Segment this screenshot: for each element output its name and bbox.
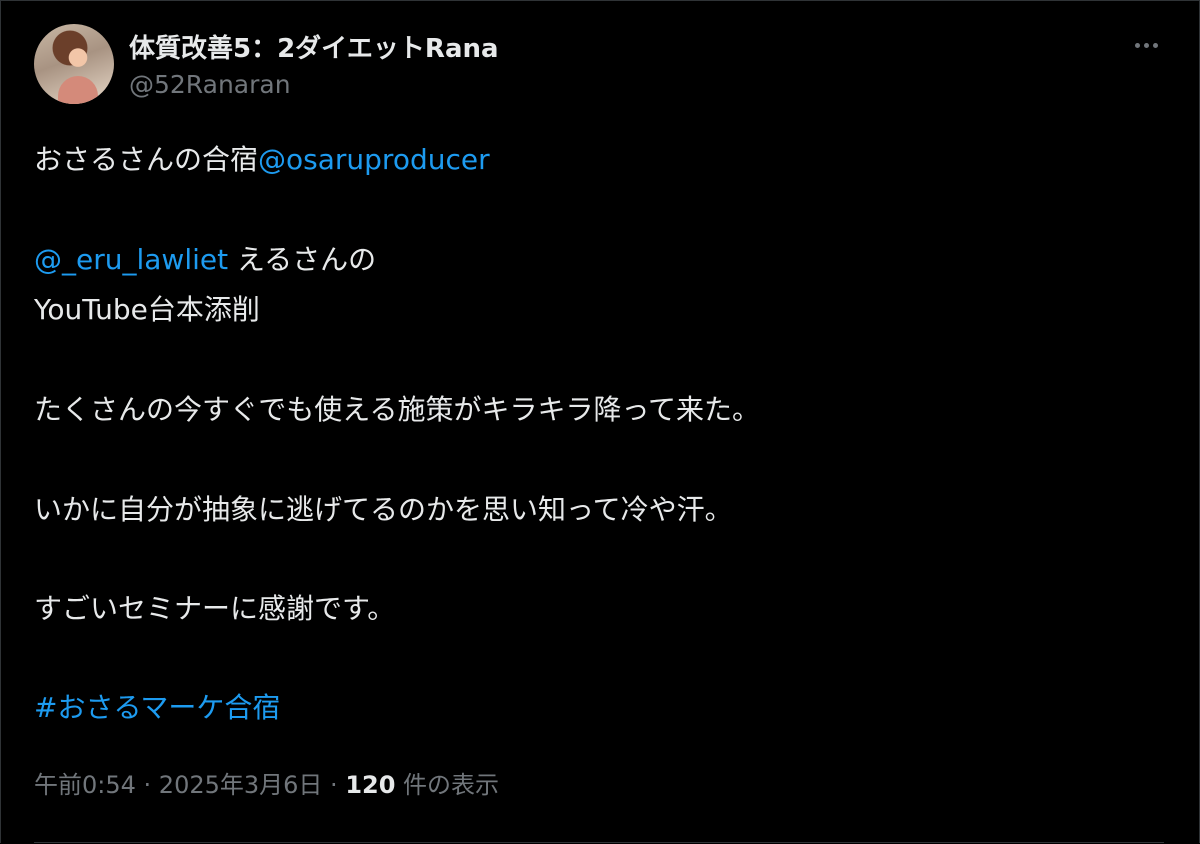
mention-link[interactable]: @_eru_lawliet — [34, 243, 228, 276]
tweet-line-4: たくさんの今すぐでも使える施策がキラキラ降って来た。 — [34, 390, 760, 430]
more-dot — [1152, 42, 1158, 48]
tweet-line-2: @_eru_lawliet えるさんの — [34, 240, 376, 280]
tweet-line-5: いかに自分が抽象に逃げてるのかを思い知って冷や汗。 — [34, 490, 733, 530]
tweet-line-1: おさるさんの合宿@osaruproducer — [34, 140, 490, 180]
tweet-text: YouTube台本添削 — [34, 293, 260, 326]
tweet-date[interactable]: 2025年3月6日 — [159, 771, 323, 799]
meta-separator: · — [135, 771, 159, 799]
divider — [34, 842, 1164, 843]
tweet-text: いかに自分が抽象に逃げてるのかを思い知って冷や汗。 — [34, 493, 733, 526]
tweet-line-6: すごいセミナーに感謝です。 — [34, 589, 395, 629]
tweet-line-3: YouTube台本添削 — [34, 290, 260, 330]
tweet-line-7: #おさるマーケ合宿 — [34, 688, 280, 728]
tweet-meta: 午前0:54 · 2025年3月6日 · 120 件の表示 — [34, 765, 499, 800]
hashtag-link[interactable]: #おさるマーケ合宿 — [34, 691, 280, 724]
tweet-text: えるさんの — [228, 243, 377, 276]
avatar-figure — [58, 76, 98, 104]
display-name[interactable]: 体質改善5：2ダイエットRana — [129, 28, 499, 65]
meta-separator: · — [322, 771, 346, 799]
views-label: 件の表示 — [395, 771, 500, 799]
more-dot — [1143, 42, 1149, 48]
tweet-time[interactable]: 午前0:54 — [34, 771, 136, 799]
more-horizontal-icon[interactable] — [1128, 30, 1164, 60]
user-handle[interactable]: @52Ranaran — [129, 70, 291, 99]
mention-link[interactable]: @osaruproducer — [258, 143, 490, 176]
views-count[interactable]: 120 — [345, 771, 395, 799]
tweet-text: おさるさんの合宿 — [34, 143, 259, 176]
more-dot — [1134, 42, 1140, 48]
tweet-text: たくさんの今すぐでも使える施策がキラキラ降って来た。 — [34, 393, 761, 426]
avatar[interactable] — [34, 24, 114, 104]
tweet-text: すごいセミナーに感謝です。 — [34, 592, 396, 625]
